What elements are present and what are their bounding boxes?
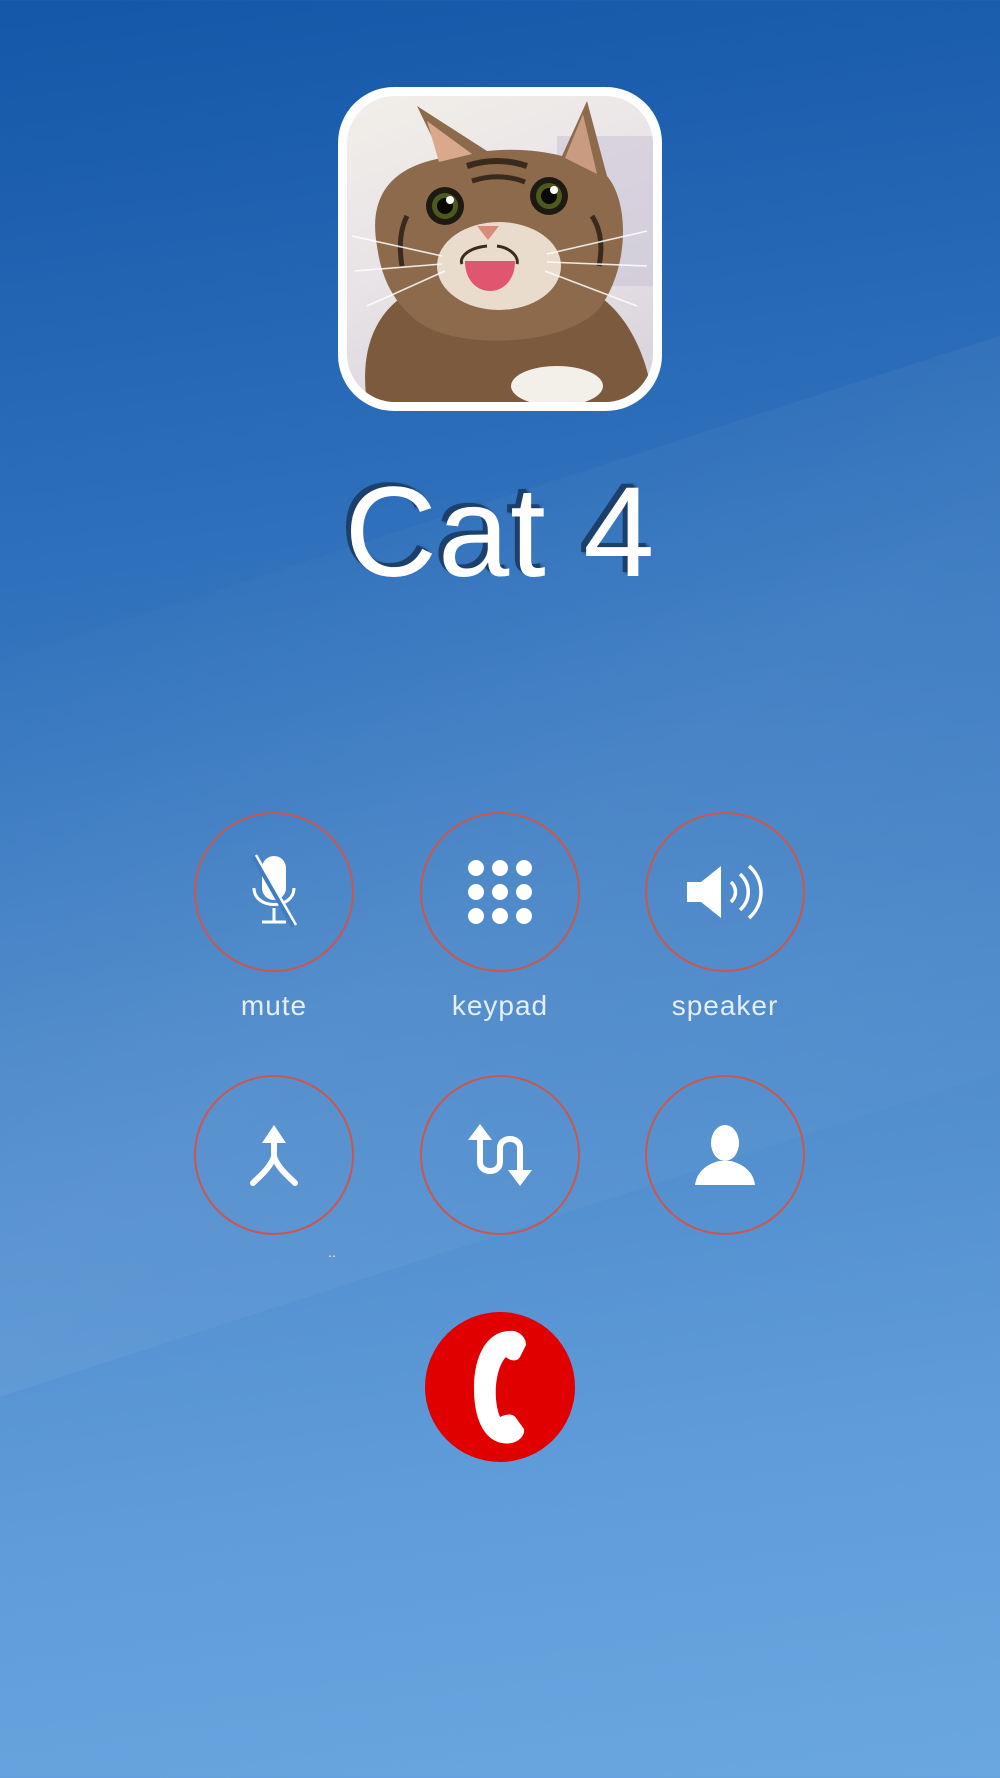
- contacts-button[interactable]: [645, 1075, 805, 1235]
- merge-calls-label: ..: [328, 1244, 336, 1260]
- keypad-dots-icon: [468, 860, 532, 924]
- cat-photo: [347, 96, 653, 402]
- speaker-button[interactable]: [645, 812, 805, 972]
- speaker-icon: [687, 864, 763, 920]
- contact-avatar: [338, 87, 662, 411]
- mute-label: mute: [240, 990, 308, 1021]
- merge-calls-icon: [250, 1125, 298, 1186]
- swap-calls-button[interactable]: [420, 1075, 580, 1235]
- contact-person-icon: [695, 1125, 755, 1185]
- swap-calls-icon: [468, 1124, 532, 1186]
- keypad-button[interactable]: [420, 812, 580, 972]
- end-call-button[interactable]: [425, 1312, 575, 1462]
- mute-button[interactable]: [194, 812, 354, 972]
- merge-calls-button[interactable]: [194, 1075, 354, 1235]
- keypad-label: keypad: [451, 990, 549, 1021]
- contact-name: Cat 4: [344, 461, 656, 604]
- speaker-label: speaker: [671, 990, 779, 1021]
- cat-illustration: [351, 101, 653, 402]
- microphone-muted-icon: [251, 854, 298, 928]
- phone-handset-icon: [474, 1330, 526, 1444]
